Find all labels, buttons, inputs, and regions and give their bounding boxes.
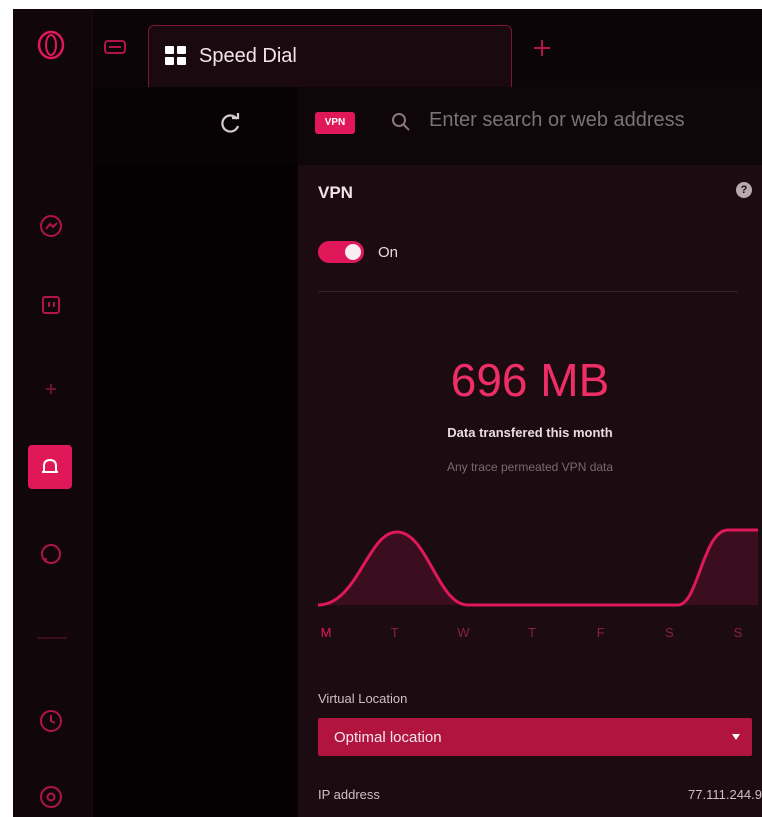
weekday-label: S — [665, 625, 674, 640]
toggle-knob — [345, 244, 361, 260]
chevron-down-icon — [732, 734, 740, 740]
search-icon — [392, 113, 410, 131]
divider — [318, 291, 738, 292]
vpn-panel: VPN ? On 696 MB Data transfered this mon… — [298, 165, 762, 817]
address-row-left — [93, 87, 298, 165]
vpn-toggle[interactable] — [318, 241, 364, 263]
messenger-icon[interactable] — [29, 204, 73, 248]
weekday-label: S — [734, 625, 743, 640]
usage-graph: MTWTFSS — [317, 528, 758, 640]
weekday-label: W — [457, 625, 470, 640]
sidebar-separator — [37, 637, 67, 639]
address-row: VPN — [93, 87, 762, 165]
data-sublabel: Any trace permeated VPN data — [446, 460, 614, 474]
data-label: Data transfered this month — [447, 425, 613, 440]
new-tab-plus-icon[interactable] — [531, 37, 553, 59]
virtual-location-label: Virtual Location — [318, 691, 408, 706]
weekday-labels: MTWTFSS — [321, 625, 743, 640]
settings-icon[interactable] — [29, 775, 73, 817]
bell-icon[interactable] — [28, 445, 72, 489]
browser-window: Speed Dial VPN VPN ? On 696 MB Data tran… — [13, 9, 762, 817]
virtual-location-select[interactable]: Optimal location — [318, 718, 752, 756]
speed-dial-grid-icon — [165, 46, 186, 65]
sidebar — [13, 9, 93, 817]
address-input[interactable] — [429, 109, 759, 132]
add-icon[interactable] — [29, 367, 73, 411]
virtual-location-value: Optimal location — [334, 729, 442, 746]
weekday-label: F — [597, 625, 605, 640]
whatsapp-icon[interactable] — [29, 533, 73, 577]
reload-icon[interactable] — [217, 111, 243, 137]
ip-address-label: IP address — [318, 787, 380, 802]
weekday-label: T — [391, 625, 399, 640]
twitch-icon[interactable] — [29, 284, 73, 328]
tab-speed-dial[interactable]: Speed Dial — [148, 25, 512, 87]
data-amount: 696 MB — [450, 354, 610, 406]
help-icon[interactable]: ? — [736, 182, 752, 198]
history-icon[interactable] — [29, 699, 73, 743]
opera-logo-icon[interactable] — [29, 23, 73, 67]
vpn-toggle-label: On — [378, 244, 399, 261]
vpn-title: VPN — [318, 183, 353, 202]
tab-bar: Speed Dial — [93, 9, 762, 87]
page-content — [93, 165, 298, 817]
vpn-badge[interactable]: VPN — [315, 112, 355, 134]
tab-title: Speed Dial — [199, 45, 297, 67]
weekday-label: T — [528, 625, 536, 640]
workspaces-icon[interactable] — [104, 39, 126, 55]
ip-address-value: 77.111.244.9 — [688, 787, 762, 802]
weekday-label: M — [321, 625, 332, 640]
